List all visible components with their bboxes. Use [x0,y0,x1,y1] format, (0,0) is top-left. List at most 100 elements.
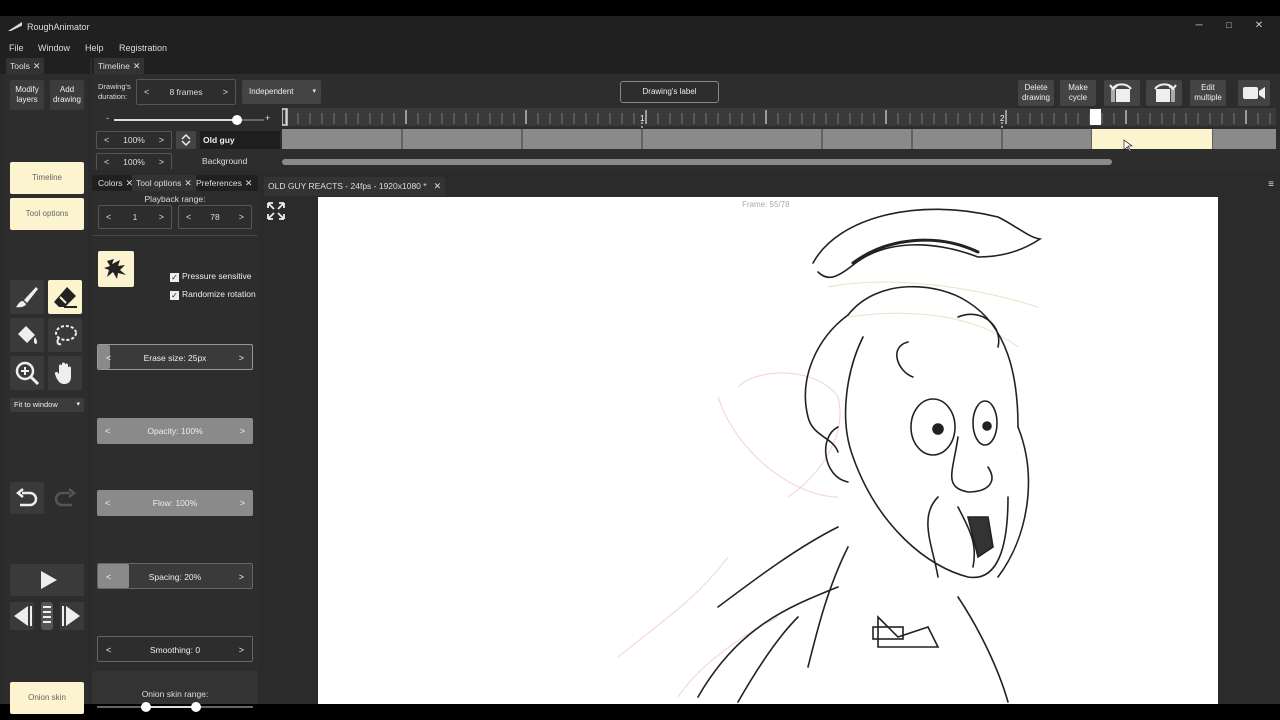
tool-options-toggle-button[interactable]: Tool options [10,198,84,230]
camera-button[interactable] [1238,80,1270,106]
slider-increase[interactable]: > [239,353,244,363]
brush-icon [16,287,38,308]
tab-preferences[interactable]: Preferences ✕ [192,175,256,191]
duration-stepper[interactable]: < 8 frames > [136,79,236,105]
layer-reorder-button[interactable] [176,131,196,149]
tab-canvas-label: OLD GUY REACTS - 24fps - 1920x1080 * [268,181,427,191]
randomize-rotation-label: Randomize rotation [182,289,256,299]
onion-range-handle[interactable] [141,702,151,712]
character-sketch [617,208,1043,703]
pressure-sensitive-checkbox[interactable]: ✓ Pressure sensitive [170,271,251,282]
make-cycle-button[interactable]: Make cycle [1060,80,1096,106]
layer-name-background[interactable]: Background [202,156,247,166]
slider-increase[interactable]: > [239,572,244,582]
lasso-tool-button[interactable] [48,318,82,352]
add-drawing-button[interactable]: Add drawing [50,80,84,110]
smoothing-slider[interactable]: < Smoothing: 0 > [97,636,253,662]
playback-end-stepper[interactable]: < 78 > [178,205,252,229]
layer-name-old-guy[interactable]: Old guy [200,131,280,149]
zoom-minus-label: - [106,113,109,123]
timeline-tracks[interactable]: 12 [282,108,1276,170]
drawing-canvas[interactable]: Frame: 55/78 [318,197,1218,704]
menu-file[interactable]: File [9,43,24,53]
app-logo-icon [8,22,22,31]
move-drawing-left-button[interactable] [1104,80,1140,106]
duration-increase[interactable]: > [223,80,228,104]
onion-range-slider[interactable] [97,702,253,712]
tools-panel: Modify layers Add drawing Timeline Tool … [6,74,88,714]
play-button[interactable] [10,564,84,596]
undo-button[interactable] [10,482,44,514]
eraser-tool-button[interactable] [48,280,82,314]
tab-timeline-close-icon[interactable]: ✕ [133,61,141,71]
erase-size-slider[interactable]: < Erase size: 25px > [97,344,253,370]
checkbox-checked-icon: ✓ [170,273,179,282]
tab-tool-options-close-icon[interactable]: ✕ [184,178,192,188]
playback-start-stepper[interactable]: < 1 > [98,205,172,229]
zoom-tool-button[interactable] [10,356,44,390]
app-window: RoughAnimator ─ □ ✕ File Window Help Reg… [0,16,1280,714]
randomize-rotation-checkbox[interactable]: ✓ Randomize rotation [170,289,256,300]
maximize-button[interactable]: □ [1222,20,1236,30]
minimize-button[interactable]: ─ [1192,20,1206,31]
tab-canvas[interactable]: OLD GUY REACTS - 24fps - 1920x1080 * ✕ [264,177,446,196]
fit-to-window-label: Fit to window [14,400,58,409]
close-window-button[interactable]: ✕ [1252,20,1266,31]
flow-slider[interactable]: < Flow: 100% > [97,490,253,516]
hamburger-menu-icon[interactable]: ≡ [1268,179,1274,190]
layer-opacity-stepper-1[interactable]: < 100% > [96,131,172,149]
tab-tools[interactable]: Tools ✕ [6,58,45,74]
tab-tool-options[interactable]: Tool options ✕ [132,175,196,191]
spacing-value: Spacing: 20% [148,572,202,582]
tab-colors[interactable]: Colors ✕ [94,175,137,191]
modify-layers-button[interactable]: Modify layers [10,80,44,110]
divider [92,235,258,236]
slider-increase[interactable]: > [240,498,245,508]
up-down-chevron-icon [181,133,191,147]
opacity-increase[interactable]: > [159,154,164,170]
tab-timeline-label: Timeline [98,61,130,71]
ruler-marker-2: 2 [1000,114,1005,123]
fill-tool-button[interactable] [10,318,44,352]
timeline-zoom-slider[interactable] [114,115,264,125]
menu-help[interactable]: Help [85,43,104,53]
brush-texture-button[interactable] [98,251,134,287]
move-right-icon [1154,83,1177,102]
onion-range-handle[interactable] [191,702,201,712]
timeline-panel: Drawing's duration: < 8 frames > Indepen… [92,74,1280,170]
chevron-down-icon: ▾ [312,88,316,95]
hand-tool-button[interactable] [48,356,82,390]
tab-tools-close-icon[interactable]: ✕ [33,61,41,71]
timeline-zoom-handle[interactable] [232,115,242,125]
mode-dropdown[interactable]: Independent ▾ [242,80,321,104]
menu-registration[interactable]: Registration [119,43,167,53]
edit-multiple-button[interactable]: Edit multiple [1190,80,1226,106]
chevron-down-icon: ▾ [76,401,80,408]
timeline-scrollbar-thumb [282,159,1112,165]
brush-texture-icon [104,259,126,279]
opacity-increase[interactable]: > [159,132,164,148]
app-title: RoughAnimator [27,22,90,32]
spacing-slider[interactable]: < Spacing: 20% > [97,563,253,589]
delete-drawing-button[interactable]: Delete drawing [1018,80,1054,106]
drawing-label-field[interactable]: Drawing's label [620,81,719,103]
tab-preferences-close-icon[interactable]: ✕ [245,178,253,188]
menu-window[interactable]: Window [38,43,70,53]
redo-button[interactable] [48,482,82,514]
opacity-slider[interactable]: < Opacity: 100% > [97,418,253,444]
timeline-toggle-button[interactable]: Timeline [10,162,84,194]
slider-increase[interactable]: > [239,645,244,655]
frame-stepper[interactable] [10,600,84,632]
playback-end-increase[interactable]: > [239,206,244,228]
tab-timeline[interactable]: Timeline ✕ [94,58,145,74]
onion-skin-toggle-button[interactable]: Onion skin [10,682,84,714]
playback-start-increase[interactable]: > [159,206,164,228]
tab-canvas-close-icon[interactable]: ✕ [434,181,442,191]
fullscreen-icon[interactable] [266,201,286,221]
eraser-icon [54,287,77,308]
slider-increase[interactable]: > [240,426,245,436]
move-drawing-right-button[interactable] [1146,80,1182,106]
brush-tool-button[interactable] [10,280,44,314]
layer-opacity-stepper-2[interactable]: < 100% > [96,153,172,170]
fit-to-window-dropdown[interactable]: Fit to window ▾ [10,398,84,412]
